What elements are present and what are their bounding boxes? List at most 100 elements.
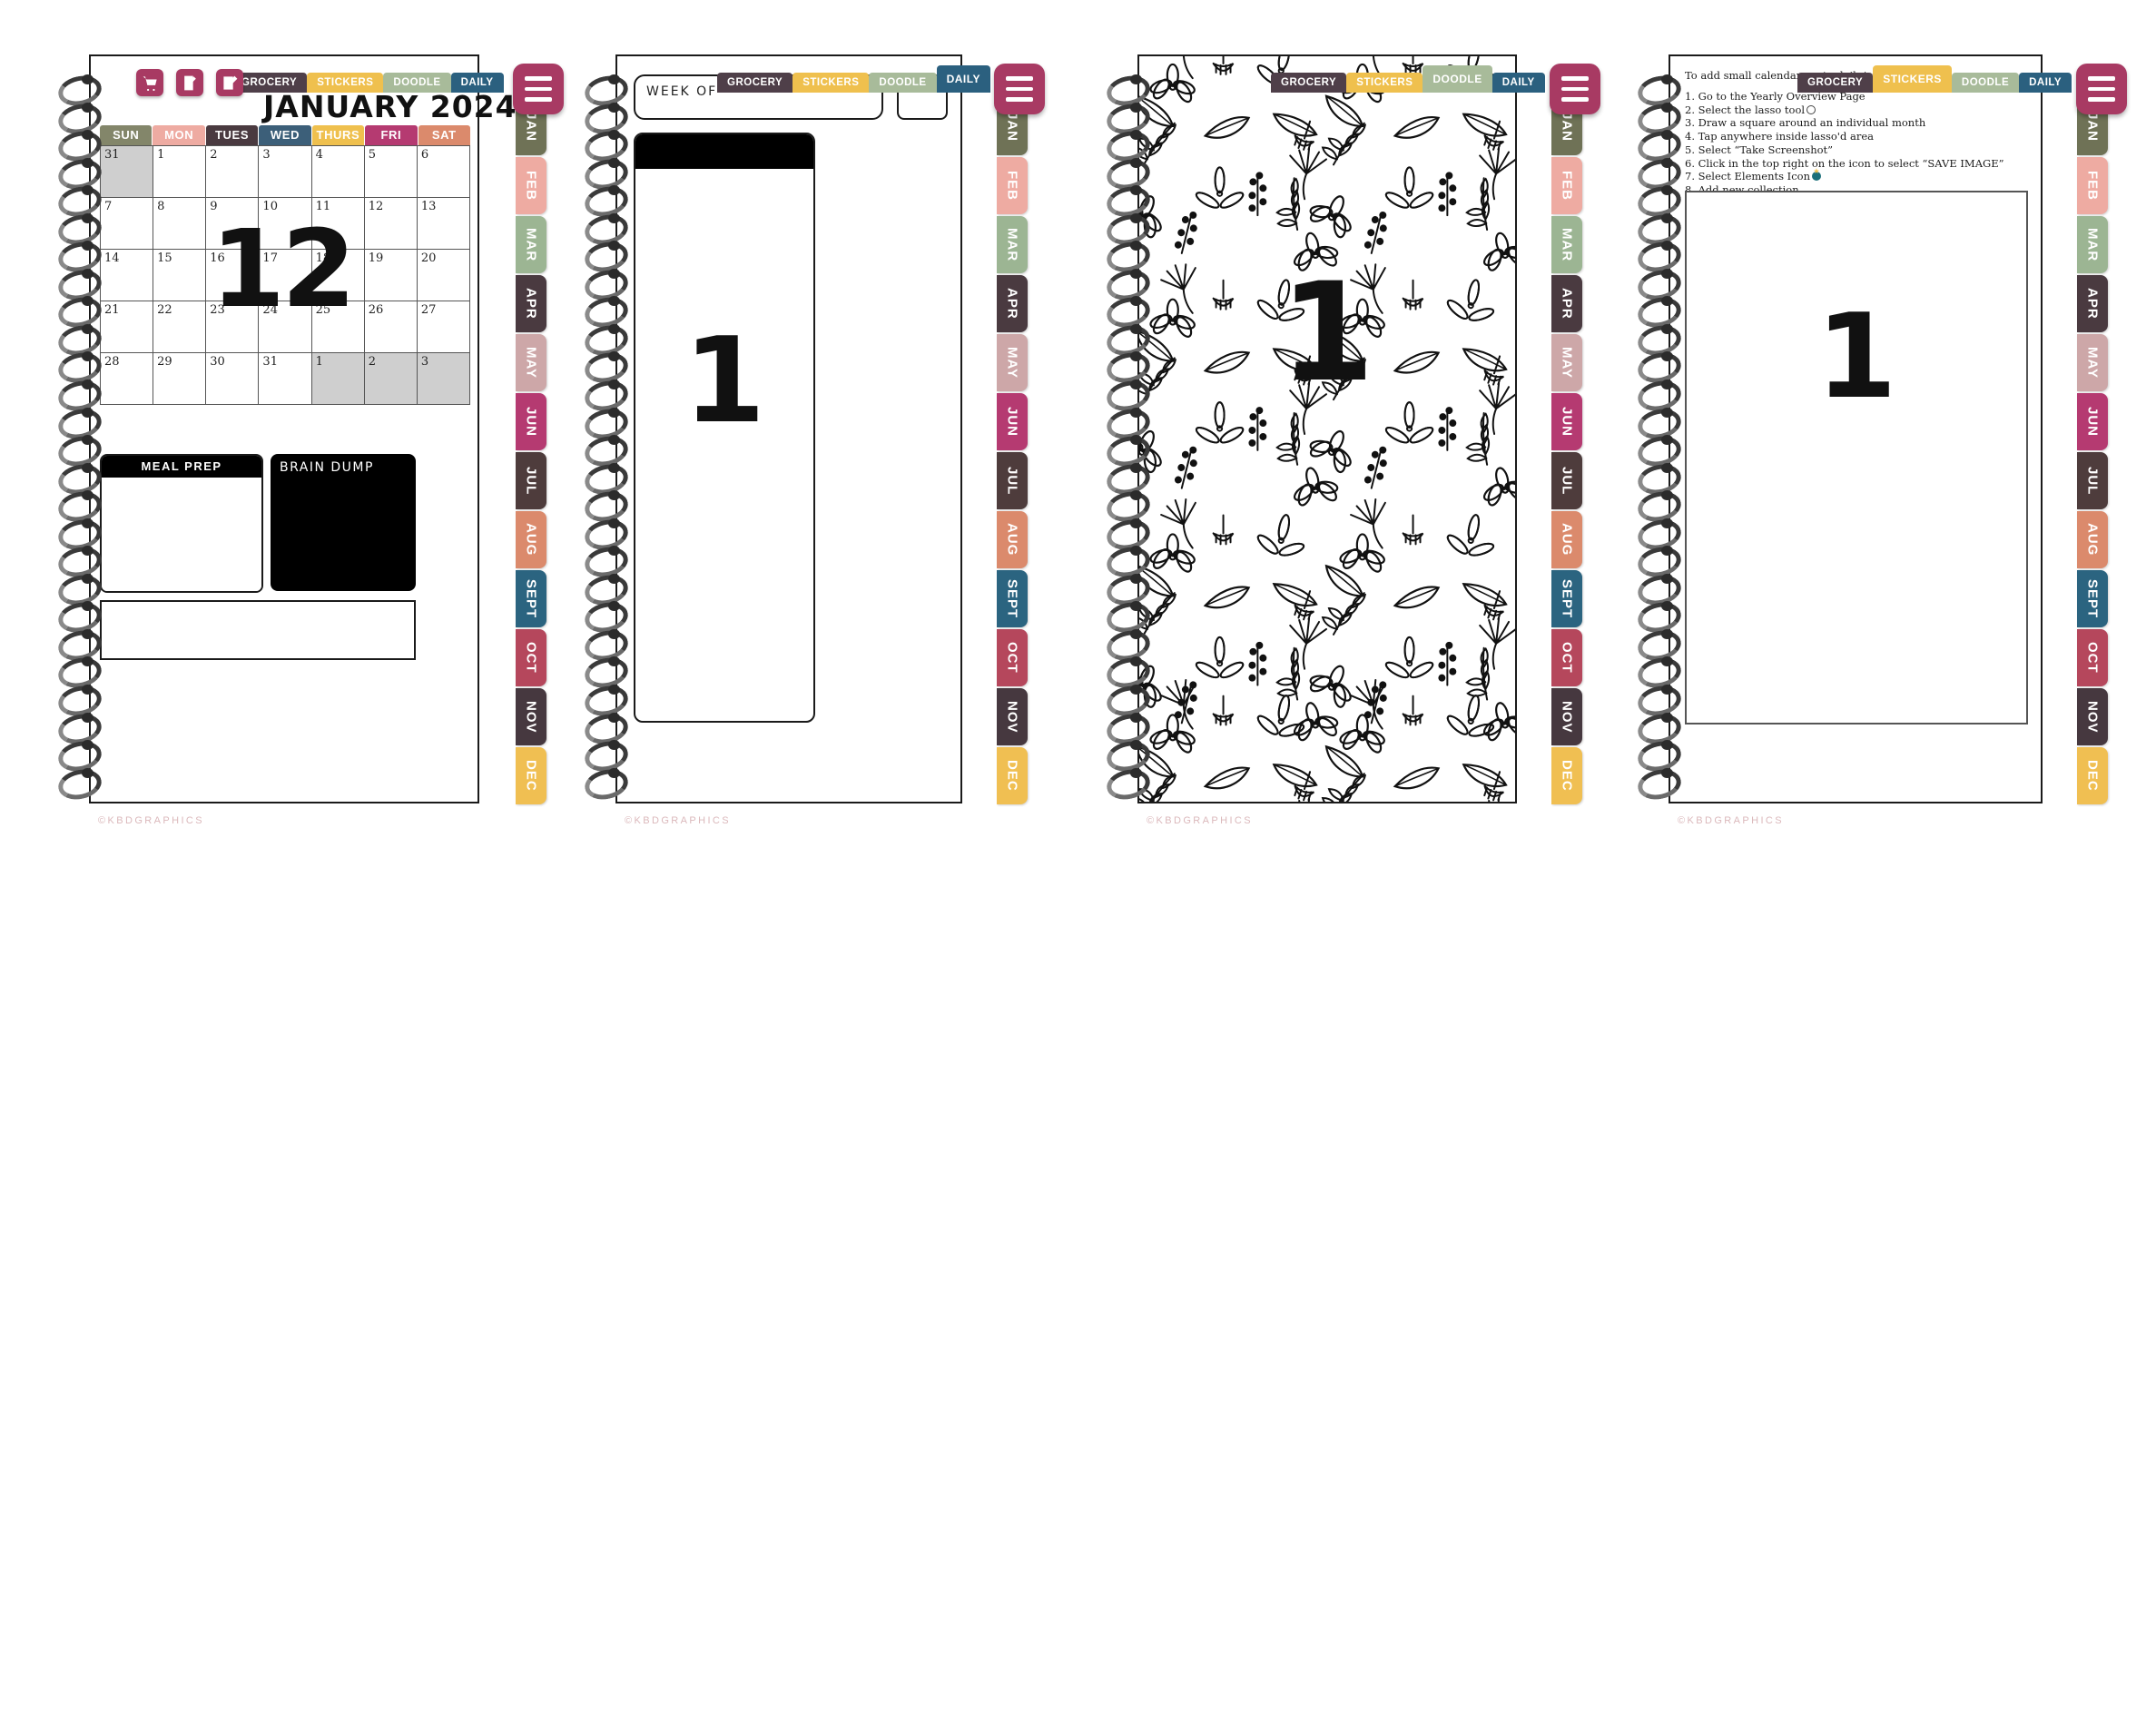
category-tabs-page4[interactable]: GROCERY STICKERS DOODLE DAILY (1797, 65, 2072, 93)
month-tab-jul[interactable]: JUL (2077, 452, 2108, 509)
category-tab-daily[interactable]: DAILY (450, 73, 504, 93)
month-tab-aug[interactable]: AUG (1551, 511, 1582, 568)
calendar-day-cell[interactable]: 31 (101, 146, 154, 198)
month-tab-feb[interactable]: FEB (516, 157, 546, 214)
month-tab-jul[interactable]: JUL (997, 452, 1028, 509)
month-tab-oct[interactable]: OCT (516, 629, 546, 686)
month-tab-jul[interactable]: JUL (516, 452, 546, 509)
category-tab-stickers[interactable]: STICKERS (1346, 73, 1423, 93)
calendar-day-cell[interactable]: 20 (417, 250, 470, 301)
month-tab-feb[interactable]: FEB (997, 157, 1028, 214)
category-tab-daily[interactable]: DAILY (936, 65, 990, 93)
month-tab-feb[interactable]: FEB (1551, 157, 1582, 214)
month-tab-nov[interactable]: NOV (997, 688, 1028, 745)
hamburger-menu-button[interactable] (2076, 64, 2127, 114)
calendar-day-cell[interactable]: 18 (311, 250, 365, 301)
month-tab-feb[interactable]: FEB (2077, 157, 2108, 214)
month-tab-oct[interactable]: OCT (1551, 629, 1582, 686)
month-tab-apr[interactable]: APR (516, 275, 546, 332)
category-tab-stickers[interactable]: STICKERS (1873, 65, 1952, 93)
calendar-day-cell[interactable]: 29 (153, 353, 207, 405)
month-tab-sept[interactable]: SEPT (2077, 570, 2108, 627)
hamburger-menu-button[interactable] (1550, 64, 1600, 114)
month-tabs-page4[interactable]: JAN FEB MAR APR MAY JUN JUL AUG SEPT OCT NOV DEC (2077, 98, 2108, 804)
category-tab-grocery[interactable]: GROCERY (717, 73, 793, 93)
notepad-pen-icon[interactable] (176, 69, 203, 96)
category-tabs-page1[interactable]: GROCERY STICKERS DOODLE DAILY (231, 65, 504, 93)
month-tab-dec[interactable]: DEC (516, 747, 546, 804)
calendar-day-cell[interactable]: 17 (259, 250, 312, 301)
category-tab-doodle[interactable]: DOODLE (869, 73, 937, 93)
calendar-day-cell[interactable]: 1 (311, 353, 365, 405)
month-tab-mar[interactable]: MAR (1551, 216, 1582, 273)
month-tab-jun[interactable]: JUN (1551, 393, 1582, 450)
calendar-day-cell[interactable]: 13 (417, 198, 470, 250)
month-tab-aug[interactable]: AUG (997, 511, 1028, 568)
month-tab-sept[interactable]: SEPT (516, 570, 546, 627)
month-tab-may[interactable]: MAY (997, 334, 1028, 391)
calendar-day-cell[interactable]: 30 (206, 353, 260, 405)
month-tab-oct[interactable]: OCT (997, 629, 1028, 686)
shopping-cart-icon[interactable] (136, 69, 163, 96)
calendar-day-cell[interactable]: 10 (259, 198, 312, 250)
note-pen-icon[interactable] (216, 69, 243, 96)
month-tab-mar[interactable]: MAR (516, 216, 546, 273)
month-tab-oct[interactable]: OCT (2077, 629, 2108, 686)
category-tab-grocery[interactable]: GROCERY (1271, 73, 1347, 93)
month-tab-dec[interactable]: DEC (2077, 747, 2108, 804)
brain-dump-box[interactable]: BRAIN DUMP (271, 454, 416, 591)
category-tab-doodle[interactable]: DOODLE (1951, 73, 2020, 93)
calendar-day-cell[interactable]: 19 (364, 250, 418, 301)
calendar-day-cell[interactable]: 22 (153, 301, 207, 353)
category-tabs-page3[interactable]: GROCERY STICKERS DOODLE DAILY (1271, 65, 1545, 93)
calendar-day-cell[interactable]: 6 (417, 146, 470, 198)
calendar-day-cell[interactable]: 21 (101, 301, 154, 353)
calendar-day-cell[interactable]: 24 (259, 301, 312, 353)
calendar-day-cell[interactable]: 4 (311, 146, 365, 198)
calendar-day-cell[interactable]: 2 (364, 353, 418, 405)
calendar-day-cell[interactable]: 8 (153, 198, 207, 250)
category-tab-doodle[interactable]: DOODLE (383, 73, 451, 93)
month-tab-aug[interactable]: AUG (2077, 511, 2108, 568)
hamburger-menu-button[interactable] (994, 64, 1045, 114)
calendar-day-cell[interactable]: 7 (101, 198, 154, 250)
hamburger-menu-button[interactable] (513, 64, 564, 114)
meal-prep-writing-area[interactable] (102, 478, 261, 591)
category-tab-daily[interactable]: DAILY (2019, 73, 2072, 93)
month-tab-dec[interactable]: DEC (1551, 747, 1582, 804)
month-tab-may[interactable]: MAY (516, 334, 546, 391)
calendar-day-cell[interactable]: 31 (259, 353, 312, 405)
month-tab-aug[interactable]: AUG (516, 511, 546, 568)
category-tab-doodle[interactable]: DOODLE (1423, 65, 1492, 93)
month-tab-may[interactable]: MAY (2077, 334, 2108, 391)
month-tab-apr[interactable]: APR (997, 275, 1028, 332)
calendar-day-cell[interactable]: 1 (153, 146, 207, 198)
calendar-day-cell[interactable]: 2 (206, 146, 260, 198)
calendar-grid[interactable]: 31 1 2 3 4 5 6 7 8 9 10 11 12 13 14 15 16 17 18 19 20 21 22 23 2… (100, 145, 470, 405)
sticker-drop-box[interactable]: 1 (1685, 191, 2028, 724)
notes-writing-area[interactable] (100, 600, 416, 660)
calendar-day-cell[interactable]: 3 (259, 146, 312, 198)
calendar-day-cell[interactable]: 15 (153, 250, 207, 301)
calendar-day-cell[interactable]: 16 (206, 250, 260, 301)
weekly-notes-panel[interactable]: 1 (634, 133, 815, 723)
meal-prep-box[interactable]: MEAL PREP (100, 454, 263, 593)
calendar-day-cell[interactable]: 23 (206, 301, 260, 353)
month-tabs-page3[interactable]: JAN FEB MAR APR MAY JUN JUL AUG SEPT OCT NOV DEC (1551, 98, 1582, 804)
category-tab-daily[interactable]: DAILY (1491, 73, 1545, 93)
month-tab-dec[interactable]: DEC (997, 747, 1028, 804)
calendar-day-cell[interactable]: 11 (311, 198, 365, 250)
month-tab-may[interactable]: MAY (1551, 334, 1582, 391)
calendar-day-cell[interactable]: 9 (206, 198, 260, 250)
category-tabs-page2[interactable]: GROCERY STICKERS DOODLE DAILY (717, 65, 990, 93)
calendar-day-cell[interactable]: 14 (101, 250, 154, 301)
category-tab-stickers[interactable]: STICKERS (793, 73, 870, 93)
month-tab-nov[interactable]: NOV (1551, 688, 1582, 745)
month-tab-mar[interactable]: MAR (997, 216, 1028, 273)
calendar-day-cell[interactable]: 28 (101, 353, 154, 405)
category-tab-grocery[interactable]: GROCERY (1797, 73, 1874, 93)
month-tab-jun[interactable]: JUN (997, 393, 1028, 450)
category-tab-stickers[interactable]: STICKERS (307, 73, 384, 93)
month-tab-jun[interactable]: JUN (516, 393, 546, 450)
month-tab-jun[interactable]: JUN (2077, 393, 2108, 450)
